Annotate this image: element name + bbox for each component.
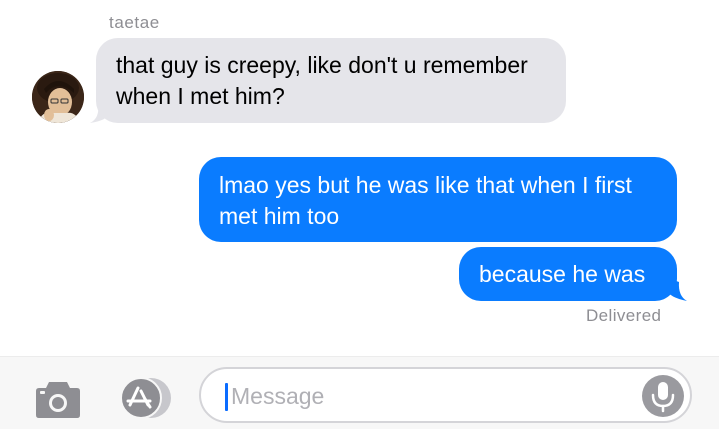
outgoing-message-bubble[interactable]: because he was (459, 247, 677, 301)
microphone-button[interactable] (642, 375, 684, 417)
text-cursor (225, 383, 228, 411)
message-thread: taetae that guy is creepy, like don't u … (0, 0, 719, 356)
message-field[interactable] (199, 367, 692, 423)
camera-button[interactable] (33, 378, 83, 420)
message-line: lmao yes but he was like that when I fir… (219, 172, 632, 198)
message-line: met him too (219, 203, 340, 229)
message-input[interactable] (231, 377, 611, 415)
message-line: because he was (479, 261, 646, 287)
outgoing-message-bubble[interactable]: lmao yes but he was like that when I fir… (199, 157, 677, 242)
message-composer (0, 356, 719, 429)
microphone-icon (651, 382, 675, 413)
message-line: that guy is creepy, like don't u remembe… (116, 52, 528, 78)
camera-icon (36, 382, 80, 418)
app-store-button[interactable] (115, 377, 173, 419)
app-store-icon (120, 377, 171, 419)
sender-name: taetae (109, 13, 160, 32)
avatar-photo (32, 71, 84, 123)
incoming-message-bubble[interactable]: that guy is creepy, like don't u remembe… (96, 38, 566, 123)
avatar[interactable] (32, 71, 84, 123)
message-line: when I met him? (116, 83, 285, 109)
delivery-status: Delivered (586, 306, 662, 325)
